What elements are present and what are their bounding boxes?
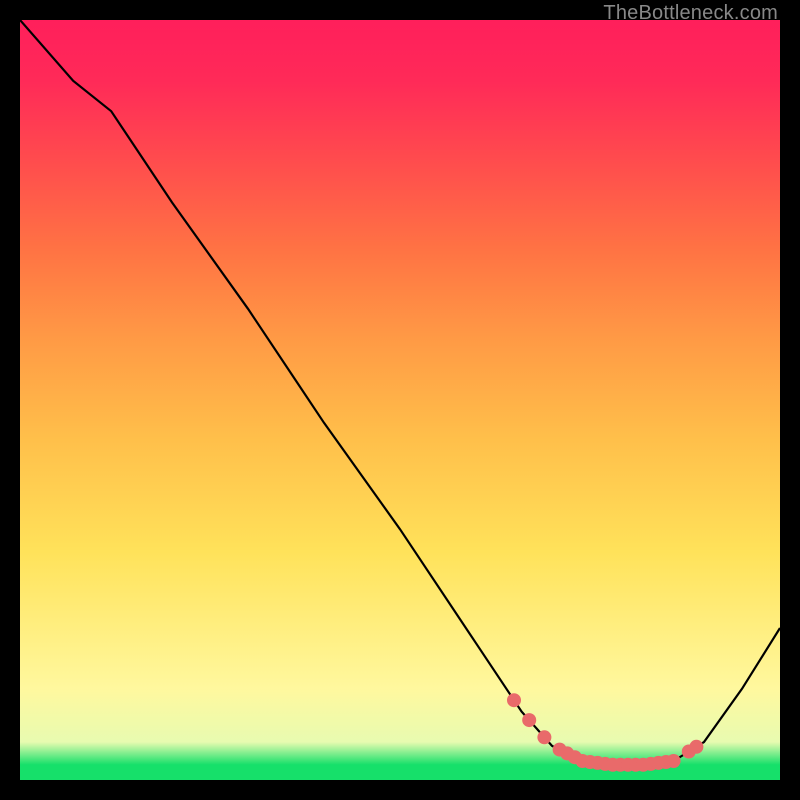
attribution-text: TheBottleneck.com bbox=[603, 2, 778, 25]
curve-marker bbox=[507, 693, 521, 707]
curve-marker bbox=[537, 730, 551, 744]
gradient-background bbox=[20, 20, 780, 780]
curve-markers bbox=[507, 693, 703, 772]
bottleneck-curve-line bbox=[20, 20, 780, 765]
curve-marker bbox=[689, 740, 703, 754]
curve-marker bbox=[667, 754, 681, 768]
chart-frame: TheBottleneck.com bbox=[0, 0, 800, 800]
curve-marker bbox=[522, 713, 536, 727]
chart-overlay bbox=[20, 20, 780, 780]
